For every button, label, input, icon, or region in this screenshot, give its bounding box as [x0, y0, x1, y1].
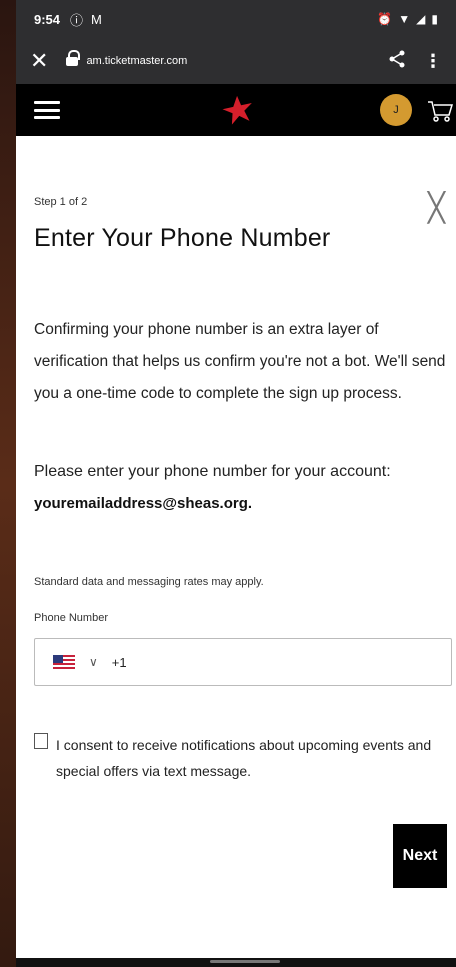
battery-icon: ▮ [431, 12, 438, 26]
phone-number-label: Phone Number [34, 612, 108, 624]
consent-label[interactable]: I consent to receive notifications about… [56, 732, 440, 784]
phone-verification-dialog: Step 1 of 2 ╳ Enter Your Phone Number Co… [16, 136, 456, 958]
close-tab-icon[interactable]: ✕ [30, 50, 48, 72]
more-options-icon[interactable]: ⋮ [424, 51, 442, 72]
signal-icon: ◢ [416, 12, 426, 26]
home-indicator[interactable] [210, 960, 280, 963]
url-text[interactable]: am.ticketmaster.com [86, 55, 187, 67]
status-bar: 9:54 ⓘ M ⏰ ▼ ◢ ▮ [16, 0, 456, 38]
ticketmaster-star-logo[interactable] [220, 92, 256, 128]
chevron-down-icon[interactable]: ∨ [89, 655, 98, 669]
phone-number-field[interactable]: ∨ [34, 638, 452, 686]
next-button[interactable]: Next [393, 824, 447, 888]
background-left [0, 0, 16, 967]
phone-prompt: Please enter your phone number for your … [34, 463, 391, 480]
menu-icon[interactable] [34, 101, 60, 119]
browser-url-bar: ✕ am.ticketmaster.com ⋮ [16, 38, 456, 84]
user-avatar[interactable]: J [380, 94, 412, 126]
phone-number-input[interactable] [111, 654, 312, 670]
consent-checkbox[interactable] [34, 733, 48, 749]
page-title: Enter Your Phone Number [34, 224, 331, 252]
wifi-icon: ▼ [398, 12, 411, 26]
close-icon[interactable]: ╳ [428, 194, 445, 222]
verification-description: Confirming your phone number is an extra… [34, 321, 446, 402]
share-icon[interactable] [388, 50, 406, 73]
system-nav-bar [16, 958, 456, 967]
alarm-icon: ⏰ [377, 12, 393, 26]
rates-note: Standard data and messaging rates may ap… [34, 576, 264, 588]
status-time: 9:54 [34, 11, 61, 27]
site-header: J [16, 84, 456, 136]
us-flag-icon[interactable] [53, 655, 75, 669]
info-icon: ⓘ [70, 12, 84, 28]
step-indicator: Step 1 of 2 [34, 196, 88, 208]
cart-icon[interactable] [426, 96, 454, 124]
gmail-icon: M [91, 11, 102, 27]
lock-icon [66, 50, 81, 67]
account-email: youremailaddress@sheas.org. [34, 495, 253, 512]
